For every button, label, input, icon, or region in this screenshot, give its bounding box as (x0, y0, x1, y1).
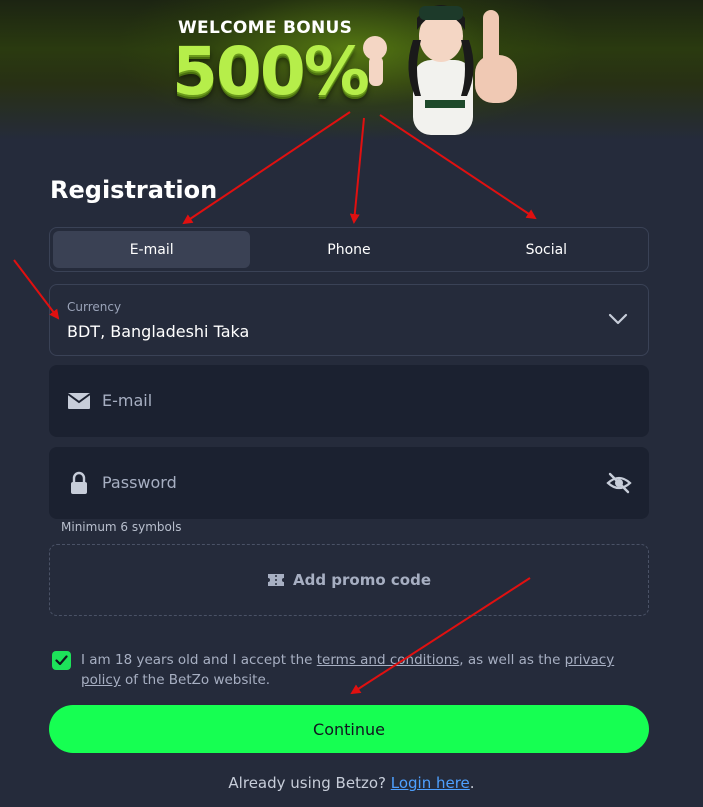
login-link[interactable]: Login here (391, 774, 470, 792)
mail-icon (67, 393, 91, 409)
tab-phone[interactable]: Phone (250, 231, 447, 268)
ticket-icon (267, 574, 284, 586)
terms-link[interactable]: terms and conditions (317, 652, 460, 668)
lock-icon (71, 471, 87, 494)
agree-text-after: of the BetZo website. (120, 672, 271, 688)
agree-text-middle: , as well as the (459, 652, 565, 668)
add-promo-code-button[interactable]: Add promo code (49, 544, 649, 616)
email-field[interactable]: E-mail (49, 365, 649, 437)
currency-label: Currency (67, 300, 122, 314)
login-prefix: Already using Betzo? (228, 774, 391, 792)
continue-button[interactable]: Continue (49, 705, 649, 753)
bonus-value: 500% (172, 33, 370, 110)
tab-email[interactable]: E-mail (53, 231, 251, 268)
currency-value: BDT, Bangladeshi Taka (67, 322, 250, 341)
login-suffix: . (469, 774, 475, 792)
tab-social[interactable]: Social (448, 231, 645, 268)
email-placeholder: E-mail (102, 391, 153, 410)
password-hint: Minimum 6 symbols (61, 520, 182, 534)
chevron-down-icon (608, 313, 628, 325)
currency-select[interactable]: Currency BDT, Bangladeshi Taka (49, 284, 649, 356)
registration-method-tabs: E-mail Phone Social (49, 227, 649, 272)
eye-off-icon[interactable] (606, 471, 632, 495)
mascot-illustration (363, 5, 517, 135)
password-placeholder: Password (102, 473, 177, 492)
agree-text-before: I am 18 years old and I accept the (81, 652, 317, 668)
page-title: Registration (50, 176, 218, 204)
promo-label: Add promo code (292, 571, 431, 589)
password-field[interactable]: Password (49, 447, 649, 519)
welcome-bonus-banner: WELCOME BONUS 500% (0, 0, 703, 140)
agree-checkbox[interactable] (52, 651, 71, 670)
checkmark-icon (55, 655, 68, 666)
login-prompt: Already using Betzo? Login here. (0, 774, 703, 792)
agree-text: I am 18 years old and I accept the terms… (81, 650, 656, 690)
